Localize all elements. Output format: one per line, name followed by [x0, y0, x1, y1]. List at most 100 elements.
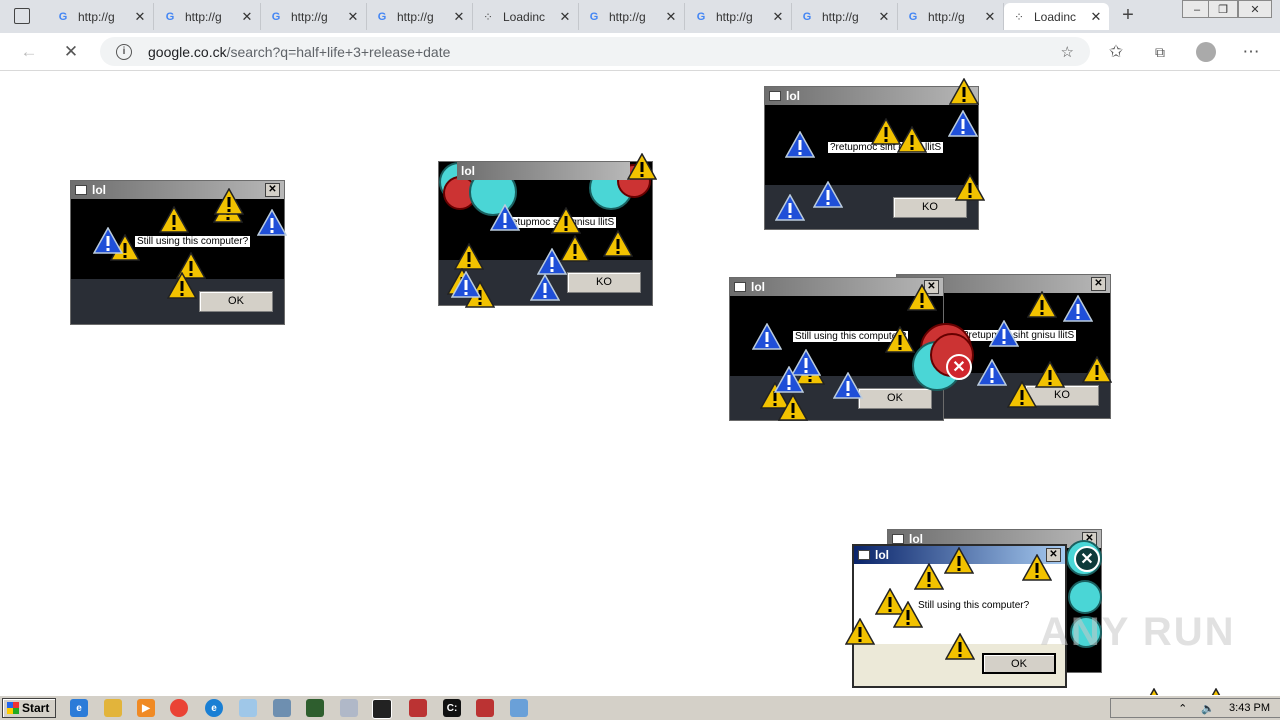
ok-button[interactable]: OK	[982, 653, 1056, 674]
tab-close-icon[interactable]: ✕	[875, 9, 893, 25]
anyrun-watermark: ANY RUN	[1040, 610, 1236, 654]
tab-close-icon[interactable]: ✕	[556, 9, 574, 25]
favorites-icon[interactable]: ✩	[1103, 39, 1129, 65]
settings-menu-icon[interactable]: ⋯	[1238, 39, 1264, 65]
media-player-icon[interactable]: ▶	[137, 699, 155, 717]
tab[interactable]: Ghttp://g ✕	[48, 3, 154, 30]
google-icon: G	[165, 10, 175, 23]
warning-icon	[944, 547, 974, 574]
calculator-icon[interactable]	[340, 699, 358, 717]
tab[interactable]: Ghttp://g ✕	[155, 3, 261, 30]
warning-icon	[454, 243, 484, 270]
close-window-button[interactable]: ✕	[1238, 0, 1272, 18]
warning-icon	[949, 78, 979, 105]
info-warning-icon	[490, 204, 520, 231]
warning-icon	[885, 326, 915, 353]
info-warning-icon	[785, 131, 815, 158]
warning-icon	[955, 174, 985, 201]
tab[interactable]: ⁘ Loadinc ✕	[1004, 3, 1109, 30]
chrome-icon[interactable]	[170, 699, 188, 717]
window-icon	[75, 185, 87, 195]
ko-button[interactable]: KO	[567, 272, 641, 293]
dialog-close-button[interactable]: ✕	[265, 183, 280, 197]
page-content: lol ✕ Still using this computer? OK lol …	[0, 71, 1280, 715]
app-icon[interactable]	[409, 699, 427, 717]
google-icon: G	[58, 10, 68, 23]
tab-title: Loadinc	[503, 9, 546, 24]
tab-title: http://g	[609, 9, 646, 24]
tab[interactable]: ⁘ Loadinc ✕	[473, 3, 579, 30]
tab-title: http://g	[397, 9, 434, 24]
google-icon: G	[802, 10, 812, 23]
warning-icon	[1022, 554, 1052, 581]
window-icon	[892, 534, 904, 544]
tab-title: http://g	[291, 9, 328, 24]
tab[interactable]: Ghttp://g ✕	[367, 3, 473, 30]
ie-icon[interactable]: e	[70, 699, 88, 717]
info-icon[interactable]: i	[116, 43, 132, 60]
tab-actions-icon[interactable]	[14, 8, 30, 24]
warning-icon	[893, 601, 923, 628]
dialog-titlebar: lol	[457, 162, 630, 180]
google-icon: G	[589, 10, 599, 23]
ok-button[interactable]: OK	[858, 388, 932, 409]
info-warning-icon	[537, 248, 567, 275]
tab[interactable]: Ghttp://g ✕	[579, 3, 685, 30]
warning-icon	[845, 618, 875, 645]
add-favorite-icon[interactable]: ☆	[1061, 43, 1074, 61]
cmd-icon[interactable]: C:	[443, 699, 461, 717]
tab-title: Loadinc	[1034, 9, 1077, 24]
edge-icon[interactable]: e	[205, 699, 223, 717]
task-manager-icon[interactable]	[306, 699, 324, 717]
tab[interactable]: Ghttp://g ✕	[898, 3, 1004, 30]
tab[interactable]: Ghttp://g ✕	[792, 3, 898, 30]
new-tab-button[interactable]: +	[1117, 4, 1139, 26]
warning-icon	[159, 206, 189, 233]
stop-loading-button[interactable]: ✕	[58, 39, 84, 65]
tab-title: http://g	[716, 9, 753, 24]
tab-close-icon[interactable]: ✕	[769, 9, 787, 25]
start-button[interactable]: Start	[2, 698, 56, 718]
tab-close-icon[interactable]: ✕	[344, 9, 362, 25]
computer-icon[interactable]	[273, 699, 291, 717]
tab-title: http://g	[928, 9, 965, 24]
warning-icon	[897, 126, 927, 153]
volume-icon[interactable]: 🔈	[1201, 702, 1215, 715]
dialog-close-button[interactable]: ✕	[1091, 277, 1106, 291]
clock: 3:43 PM	[1229, 702, 1270, 714]
google-icon: G	[696, 10, 706, 23]
back-button[interactable]: ←	[16, 39, 42, 65]
bubble-icon	[1068, 580, 1102, 614]
window-icon	[769, 91, 781, 101]
tab-close-icon[interactable]: ✕	[1087, 9, 1105, 25]
tab-close-icon[interactable]: ✕	[450, 9, 468, 25]
tab-close-icon[interactable]: ✕	[131, 9, 149, 25]
tab-close-icon[interactable]: ✕	[981, 9, 999, 25]
tab[interactable]: Ghttp://g ✕	[261, 3, 367, 30]
dialog-title: lol	[461, 164, 475, 178]
google-icon: G	[908, 10, 918, 23]
address-bar[interactable]: i google.co.ck/search?q=half+life+3+rele…	[100, 37, 1090, 66]
taskbar: Start e ▶ e C: ⌃ 🔈 3:43 PM	[0, 695, 1280, 720]
app-window-icon[interactable]	[372, 699, 392, 719]
loading-icon: ⁘	[1013, 9, 1025, 24]
ok-button[interactable]: OK	[199, 291, 273, 312]
folder-icon[interactable]	[104, 699, 122, 717]
dialog-titlebar: lol	[71, 181, 284, 199]
notepad-icon[interactable]	[239, 699, 257, 717]
tray-expand-icon[interactable]: ⌃	[1178, 702, 1187, 715]
settings-icon[interactable]	[510, 699, 528, 717]
tab[interactable]: Ghttp://g ✕	[686, 3, 792, 30]
restore-button[interactable]: ❐	[1208, 0, 1238, 18]
tab-close-icon[interactable]: ✕	[238, 9, 256, 25]
warning-icon	[907, 284, 937, 311]
warning-icon	[551, 207, 581, 234]
profile-avatar[interactable]	[1193, 39, 1219, 65]
warning-icon	[1082, 356, 1112, 383]
info-warning-icon	[833, 372, 863, 399]
error-icon: ✕	[1074, 546, 1100, 572]
warning-icon	[627, 153, 657, 180]
app-icon[interactable]	[476, 699, 494, 717]
collections-icon[interactable]: ⧉	[1147, 39, 1173, 65]
tab-close-icon[interactable]: ✕	[662, 9, 680, 25]
